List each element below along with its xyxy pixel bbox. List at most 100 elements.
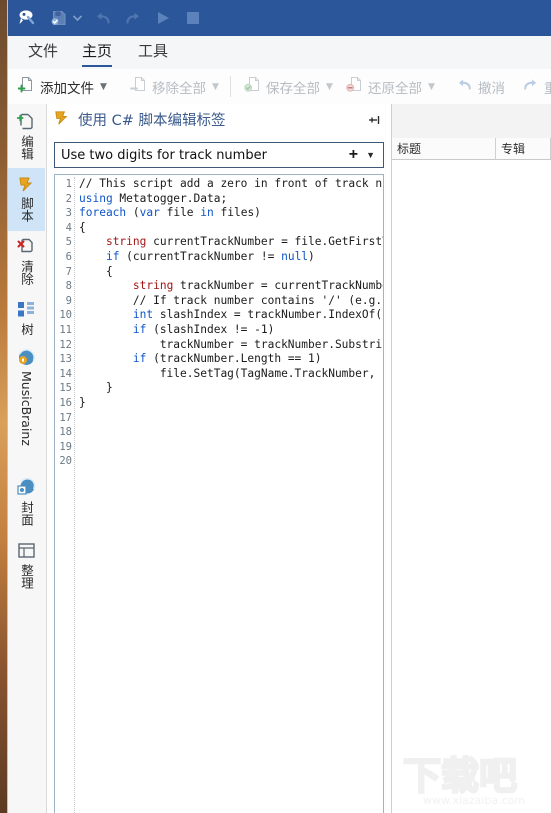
remove-all-label: 移除全部 [152, 80, 206, 97]
code-line: string trackNumber = currentTrackNumber; [132, 279, 383, 293]
undo-label: 撤消 [478, 80, 505, 97]
title-bar [8, 0, 551, 36]
sidebar-item-script[interactable]: 脚本 [8, 168, 45, 231]
sidebar-item-cover-label: 封面 [19, 501, 34, 526]
add-file-button[interactable]: 添加文件 ▼ [17, 69, 107, 104]
tab-home-label: 主页 [82, 42, 113, 60]
svg-text:www.xiazaiba.com: www.xiazaiba.com [423, 794, 525, 807]
code-line: if (slashIndex != -1) [132, 322, 275, 336]
chevron-down-icon[interactable]: ▼ [326, 82, 333, 92]
sidebar-item-tree-label: 树 [19, 323, 34, 336]
line-number: 11 [59, 323, 72, 336]
undo-button[interactable]: 撤消 [456, 69, 505, 104]
line-number: 12 [59, 338, 72, 351]
code-editor[interactable]: 1 2 3 4 5 6 7 8 9 10 11 12 13 14 15 16 1 [54, 174, 384, 813]
line-number: 14 [59, 367, 72, 380]
sidebar-item-script-label: 脚本 [19, 197, 34, 222]
script-select-value: Use two digits for track number [61, 147, 267, 163]
line-number: 4 [65, 221, 72, 234]
line-number: 7 [65, 265, 72, 278]
save-icon[interactable] [48, 6, 70, 30]
line-number: 18 [59, 426, 72, 439]
line-number: 9 [65, 294, 72, 307]
code-line: } [79, 381, 113, 395]
redo-button[interactable]: 重 [522, 69, 551, 104]
code-line: int slashIndex = trackNumber.IndexOf('/'… [132, 308, 383, 322]
sidebar-item-musicbrainz[interactable]: MusicBrainz [8, 342, 45, 472]
code-line: foreach (var file in files) [79, 206, 261, 220]
code-line: using Metatogger.Data; [79, 191, 228, 205]
tab-file-label: 文件 [28, 42, 59, 60]
code-line: } [79, 395, 86, 409]
line-number: 17 [59, 411, 72, 424]
undo-icon [456, 77, 473, 96]
sidebar-item-cover[interactable]: 封面 [8, 472, 45, 535]
code-line: { [79, 220, 86, 234]
tab-tools[interactable]: 工具 [132, 36, 174, 69]
restore-all-label: 还原全部 [368, 80, 422, 97]
save-all-button[interactable]: 保存全部 ▼ [244, 69, 333, 104]
column-header-title[interactable]: 标题 [392, 138, 496, 160]
add-script-button[interactable]: + [349, 147, 358, 163]
ribbon-toolbar: 添加文件 ▼ 移除全部 ▼ 保存全部 ▼ 还原全部 ▼ 撤消 重 [8, 69, 551, 105]
sidebar-item-tree[interactable]: 树 [8, 294, 45, 342]
restore-all-icon [346, 76, 363, 97]
code-line: { [79, 264, 113, 278]
watermark: 下载吧 www.xiazaiba.com [397, 749, 547, 809]
column-header-album[interactable]: 专辑 [496, 138, 551, 160]
script-panel: 使用 C# 脚本编辑标签 Use two digits for track nu… [47, 104, 392, 813]
panel-header: 使用 C# 脚本编辑标签 [47, 104, 391, 135]
chevron-down-icon[interactable]: ▼ [212, 82, 219, 92]
code-line: file.SetTag(TagName.TrackNumber, $"0{cur… [79, 366, 383, 380]
left-sidebar: 编辑 脚本 清除 树 MusicBrainz 封面 整理 [8, 104, 47, 813]
sidebar-item-edit[interactable]: 编辑 [8, 106, 45, 168]
undo-icon [92, 6, 114, 30]
line-number: 3 [65, 207, 72, 220]
line-number: 13 [59, 353, 72, 366]
chevron-down-icon[interactable]: ▼ [100, 82, 107, 92]
sidebar-item-clear[interactable]: 清除 [8, 231, 45, 294]
file-list-toolbar [392, 104, 551, 139]
column-header-title-label: 标题 [397, 142, 422, 156]
code-line: if (currentTrackNumber != null) [105, 249, 315, 263]
file-list: 标题 专辑 [392, 104, 551, 813]
code-line: // This script add a zero in front of tr… [79, 177, 383, 190]
script-select[interactable]: Use two digits for track number + ▼ [54, 142, 384, 168]
tab-home[interactable]: 主页 [76, 36, 118, 69]
tab-file[interactable]: 文件 [22, 36, 64, 69]
line-number: 16 [59, 396, 72, 409]
add-file-icon [17, 76, 35, 97]
line-number: 8 [65, 280, 72, 293]
restore-all-button[interactable]: 还原全部 ▼ [346, 69, 435, 104]
script-lightning-icon [53, 108, 71, 131]
customize-caret-icon[interactable] [70, 6, 84, 30]
remove-all-button[interactable]: 移除全部 ▼ [130, 69, 219, 104]
add-file-label: 添加文件 [40, 80, 94, 97]
redo-icon [122, 6, 144, 30]
line-number-gutter: 1 2 3 4 5 6 7 8 9 10 11 12 13 14 15 16 1 [55, 177, 75, 813]
cover-icon [16, 477, 37, 498]
code-line: string currentTrackNumber = file.GetFirs… [105, 235, 383, 249]
save-all-icon [244, 76, 261, 97]
code-line: trackNumber = trackNumber.Substring(0, s… [159, 337, 383, 351]
pin-icon[interactable] [367, 113, 381, 127]
panel-title: 使用 C# 脚本编辑标签 [78, 113, 226, 129]
redo-icon [522, 77, 539, 96]
redo-label: 重 [544, 80, 551, 97]
sidebar-item-organize[interactable]: 整理 [8, 535, 45, 598]
save-all-label: 保存全部 [266, 80, 320, 97]
app-logo-icon [16, 6, 38, 30]
chevron-down-icon[interactable]: ▼ [366, 150, 375, 160]
svg-text:下载吧: 下载吧 [403, 754, 517, 798]
sidebar-item-edit-label: 编辑 [19, 135, 34, 160]
file-list-body[interactable] [392, 160, 551, 813]
code-line: // If track number contains '/' (e.g. "1… [132, 293, 383, 307]
stop-icon [182, 6, 204, 30]
column-header-album-label: 专辑 [501, 142, 526, 156]
line-number: 20 [59, 455, 72, 468]
sidebar-item-clear-label: 清除 [19, 260, 34, 285]
code-lines[interactable]: // This script add a zero in front of tr… [75, 177, 383, 813]
file-list-header: 标题 专辑 [392, 138, 551, 160]
chevron-down-icon[interactable]: ▼ [428, 82, 435, 92]
sidebar-item-musicbrainz-label: MusicBrainz [19, 371, 34, 446]
